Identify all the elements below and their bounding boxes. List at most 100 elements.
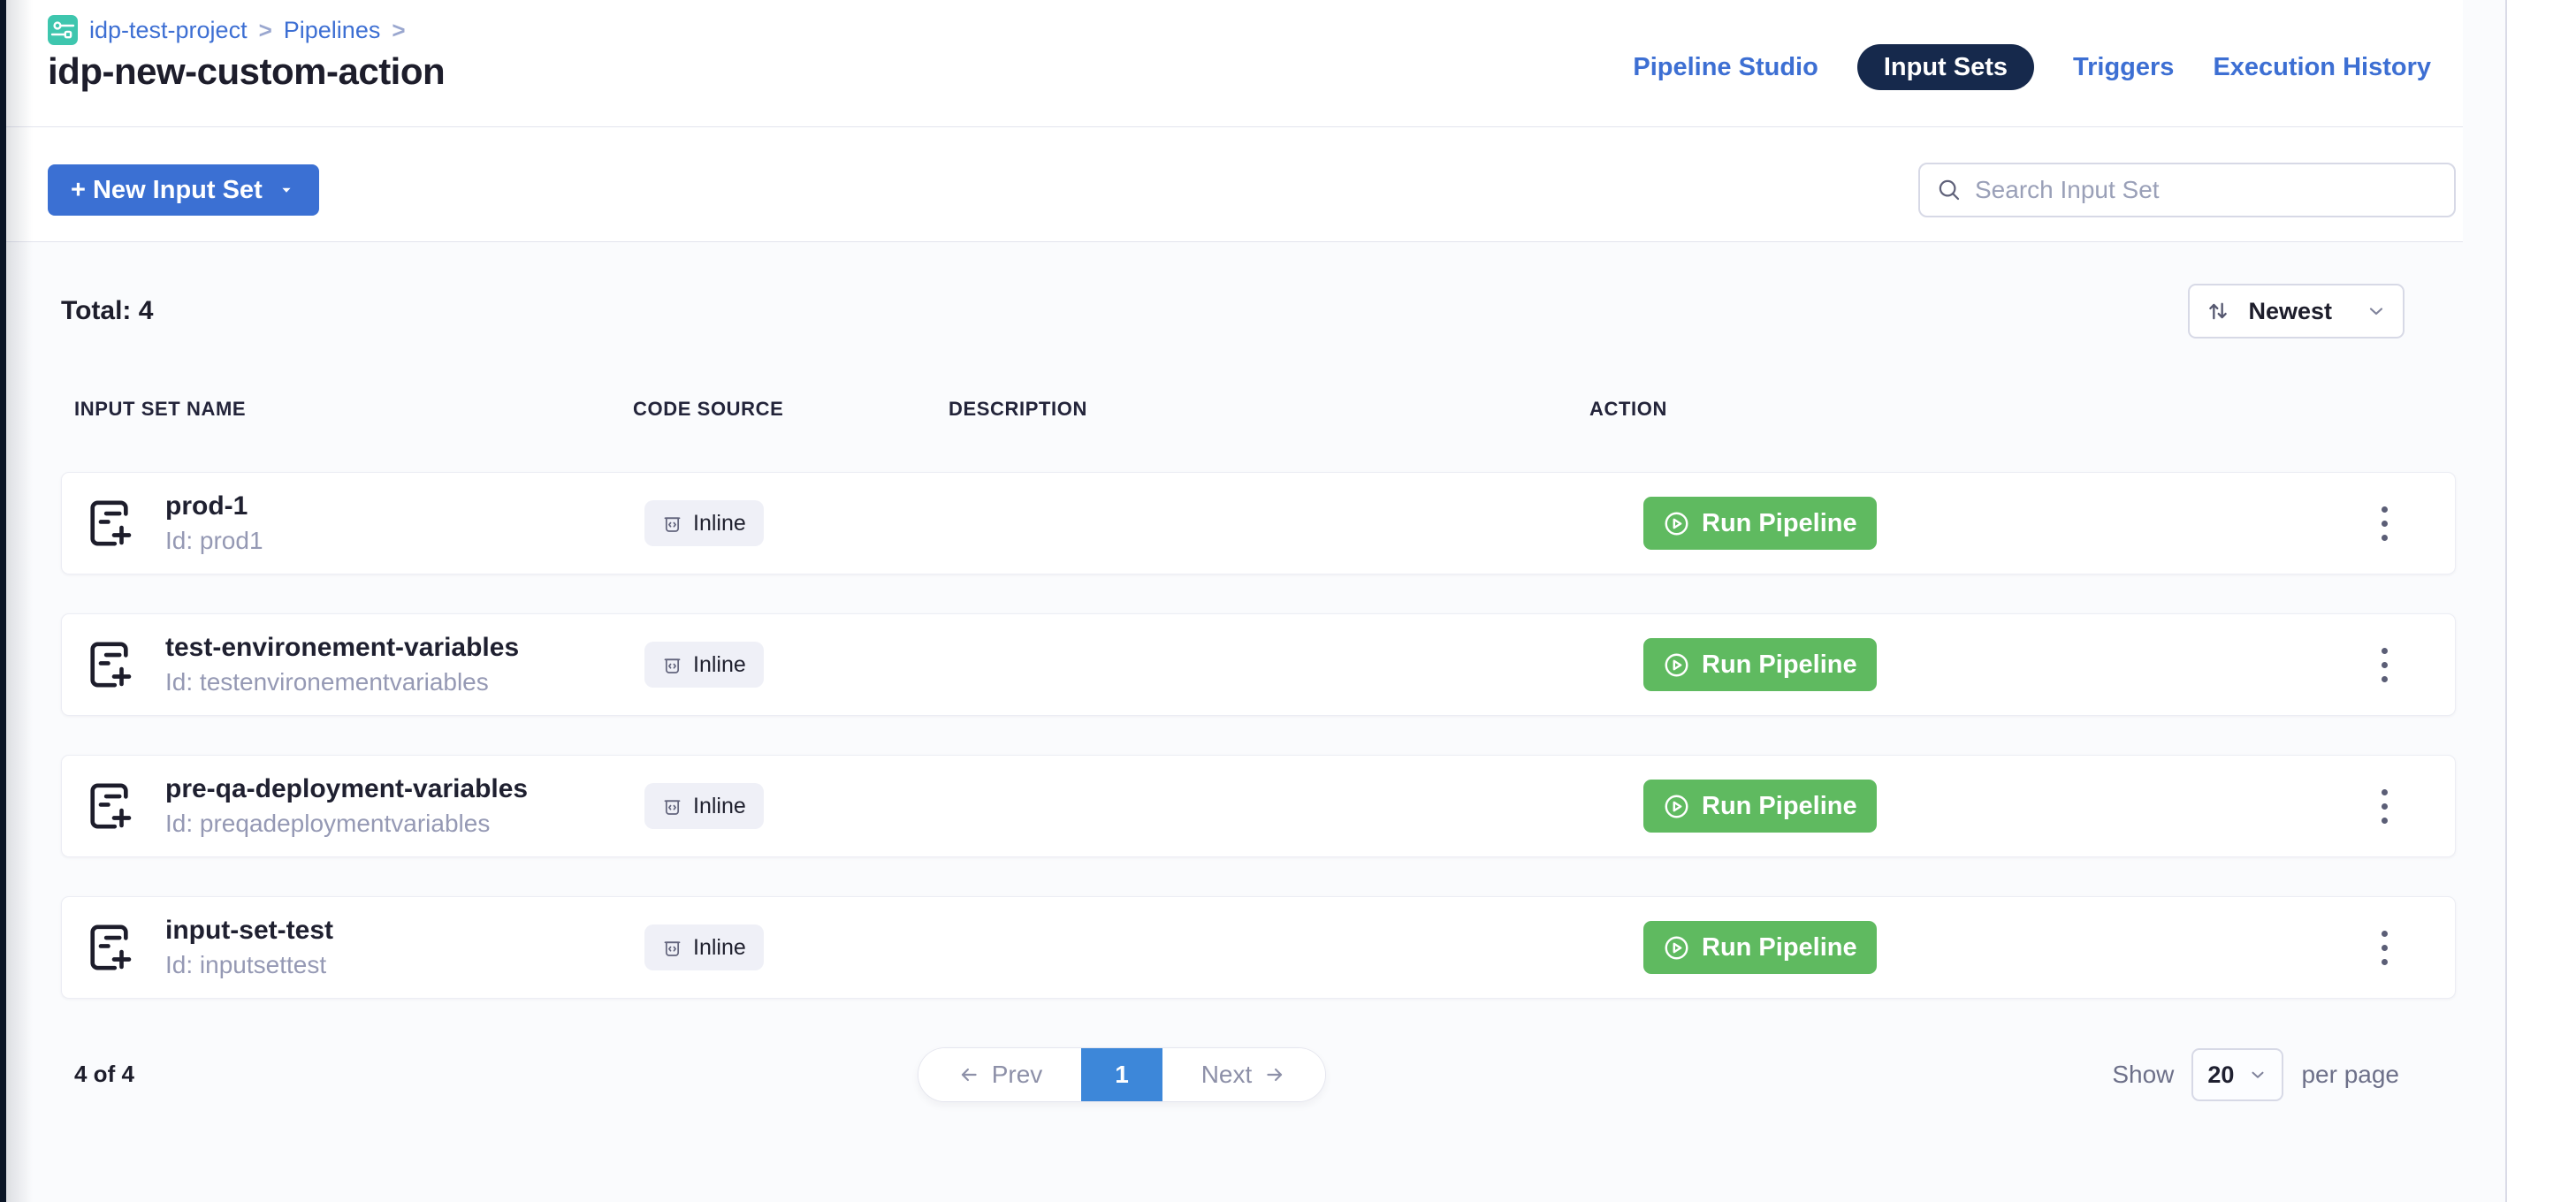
new-input-set-button[interactable]: + New Input Set (48, 164, 319, 216)
name-cell: input-set-test Id: inputsettest (86, 916, 634, 979)
input-set-icon (86, 498, 133, 549)
action-cell: Run Pipeline (1590, 921, 2455, 974)
search-input[interactable] (1975, 176, 2438, 204)
prev-label: Prev (992, 1061, 1043, 1089)
breadcrumb-project-link[interactable]: idp-test-project (89, 17, 248, 44)
code-source-label: Inline (693, 794, 746, 819)
tab-pipeline-studio[interactable]: Pipeline Studio (1633, 44, 1818, 90)
prev-page-button[interactable]: Prev (918, 1048, 1081, 1101)
input-set-rows: prod-1 Id: prod1 Inline (61, 472, 2456, 999)
tab-execution-history[interactable]: Execution History (2213, 44, 2431, 90)
show-label: Show (2112, 1061, 2174, 1089)
code-source-cell: Inline (634, 783, 949, 829)
input-set-name[interactable]: test-environement-variables (165, 633, 519, 663)
breadcrumb-separator: > (259, 17, 272, 44)
breadcrumb-pipelines-link[interactable]: Pipelines (284, 17, 381, 44)
tab-triggers[interactable]: Triggers (2073, 44, 2174, 90)
name-cell: prod-1 Id: prod1 (86, 491, 634, 555)
play-circle-icon (1663, 934, 1690, 962)
page-1-button[interactable]: 1 (1081, 1048, 1162, 1101)
code-source-label: Inline (693, 652, 746, 678)
play-circle-icon (1663, 510, 1690, 537)
input-set-row[interactable]: pre-qa-deployment-variables Id: preqadep… (61, 755, 2456, 857)
input-set-icon (86, 639, 133, 690)
chevron-down-icon (2248, 1065, 2267, 1084)
tab-input-sets[interactable]: Input Sets (1857, 44, 2034, 90)
action-cell: Run Pipeline (1590, 780, 2455, 833)
code-source-badge: Inline (644, 500, 764, 546)
run-pipeline-button[interactable]: Run Pipeline (1643, 921, 1877, 974)
column-header-input-set-name: INPUT SET NAME (74, 396, 633, 422)
row-menu-button[interactable] (2365, 917, 2404, 978)
page-size-control: Show 20 per page (2112, 1048, 2399, 1101)
table-header-row: INPUT SET NAME CODE SOURCE DESCRIPTION A… (74, 396, 2456, 422)
arrow-right-icon (1263, 1063, 1286, 1086)
input-set-name[interactable]: prod-1 (165, 491, 263, 521)
pagination: Prev 1 Next (918, 1048, 1325, 1101)
list-summary-row: Total: 4 Newest (6, 283, 2505, 339)
collapsed-side-nav-rail[interactable] (0, 0, 6, 1202)
page-size-value: 20 (2207, 1061, 2234, 1089)
input-set-id: Id: prod1 (165, 527, 263, 555)
code-source-badge: Inline (644, 924, 764, 970)
run-pipeline-button[interactable]: Run Pipeline (1643, 497, 1877, 550)
row-menu-button[interactable] (2365, 634, 2404, 696)
code-source-badge: Inline (644, 642, 764, 688)
input-set-id: Id: inputsettest (165, 951, 333, 979)
run-pipeline-button[interactable]: Run Pipeline (1643, 780, 1877, 833)
run-pipeline-label: Run Pipeline (1702, 792, 1857, 821)
inline-store-icon (662, 514, 682, 534)
per-page-label: per page (2301, 1061, 2399, 1089)
action-cell: Run Pipeline (1590, 638, 2455, 691)
input-set-id: Id: preqadeploymentvariables (165, 810, 528, 838)
search-icon (1936, 177, 1962, 203)
run-pipeline-label: Run Pipeline (1702, 509, 1857, 538)
sort-value: Newest (2248, 298, 2332, 325)
code-source-label: Inline (693, 935, 746, 961)
breadcrumb: idp-test-project > Pipelines > (48, 14, 2505, 46)
run-pipeline-label: Run Pipeline (1702, 650, 1857, 680)
code-source-cell: Inline (634, 500, 949, 546)
total-count: Total: 4 (61, 296, 153, 326)
play-circle-icon (1663, 793, 1690, 820)
inline-store-icon (662, 655, 682, 675)
sort-dropdown[interactable]: Newest (2188, 284, 2405, 339)
next-label: Next (1201, 1061, 1253, 1089)
name-cell: test-environement-variables Id: testenvi… (86, 633, 634, 696)
code-source-cell: Inline (634, 642, 949, 688)
code-source-cell: Inline (634, 924, 949, 970)
pipeline-tabs: Pipeline Studio Input Sets Triggers Exec… (1633, 44, 2431, 90)
input-set-row[interactable]: test-environement-variables Id: testenvi… (61, 613, 2456, 716)
pipeline-logo-icon (48, 15, 78, 45)
run-pipeline-button[interactable]: Run Pipeline (1643, 638, 1877, 691)
new-input-set-label: + New Input Set (71, 176, 263, 205)
sort-arrows-icon (2206, 299, 2230, 323)
page-range-label: 4 of 4 (74, 1061, 134, 1088)
scrollbar-gutter (2463, 0, 2505, 1202)
column-header-description: DESCRIPTION (949, 396, 1589, 422)
input-set-row[interactable]: prod-1 Id: prod1 Inline (61, 472, 2456, 574)
search-box[interactable] (1918, 163, 2456, 217)
input-set-icon (86, 780, 133, 832)
list-actions-toolbar: + New Input Set (6, 127, 2505, 242)
input-set-icon (86, 922, 133, 973)
input-set-row[interactable]: input-set-test Id: inputsettest Inline (61, 896, 2456, 999)
input-sets-content: Total: 4 Newest INPUT SET NAME CODE (6, 242, 2505, 1154)
code-source-badge: Inline (644, 783, 764, 829)
play-circle-icon (1663, 651, 1690, 679)
next-page-button[interactable]: Next (1162, 1048, 1325, 1101)
row-menu-button[interactable] (2365, 492, 2404, 554)
inline-store-icon (662, 796, 682, 817)
input-set-id: Id: testenvironementvariables (165, 668, 519, 696)
row-menu-button[interactable] (2365, 775, 2404, 837)
input-set-name[interactable]: input-set-test (165, 916, 333, 946)
page-size-select[interactable]: 20 (2191, 1048, 2283, 1101)
app-pane: idp-test-project > Pipelines > idp-new-c… (6, 0, 2507, 1202)
name-cell: pre-qa-deployment-variables Id: preqadep… (86, 774, 634, 838)
run-pipeline-label: Run Pipeline (1702, 933, 1857, 962)
inline-store-icon (662, 938, 682, 958)
column-header-action: ACTION (1589, 396, 2456, 422)
breadcrumb-separator: > (392, 17, 405, 44)
input-set-name[interactable]: pre-qa-deployment-variables (165, 774, 528, 804)
action-cell: Run Pipeline (1590, 497, 2455, 550)
